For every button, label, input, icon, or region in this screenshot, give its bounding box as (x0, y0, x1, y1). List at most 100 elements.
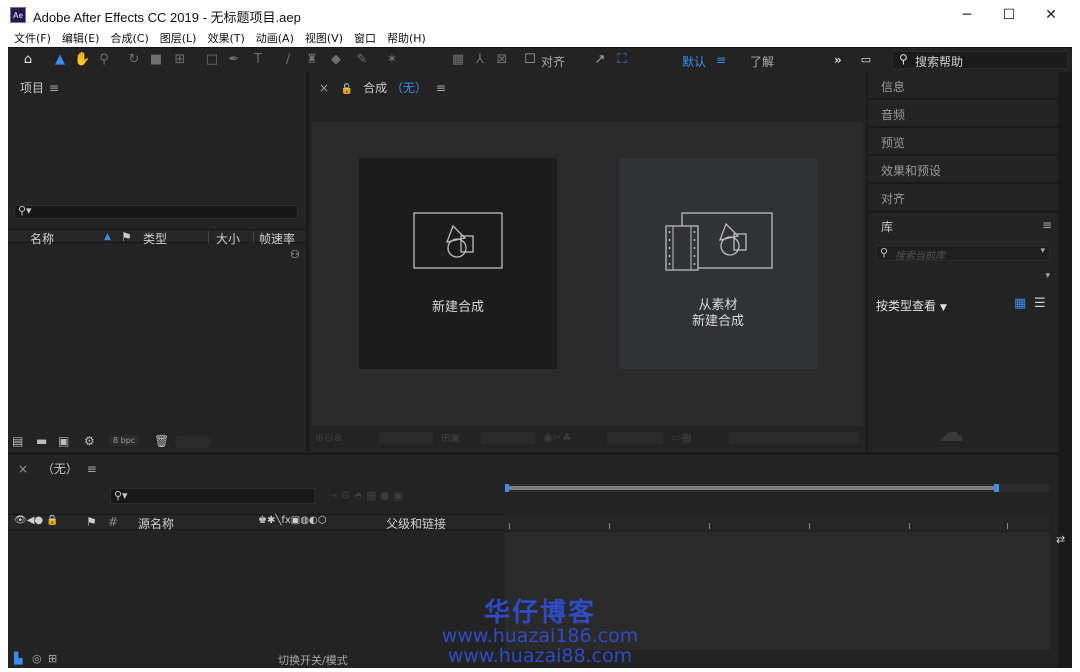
puppet-tool-icon[interactable]: ✶ (384, 52, 400, 68)
zoom-tool-icon[interactable]: ⚲ (96, 52, 112, 68)
rotate-tool-icon[interactable]: ↻ (126, 52, 142, 68)
timecode-field[interactable] (481, 432, 535, 444)
search-help-toggle-icon[interactable]: ▭ (858, 52, 874, 68)
audio-panel-tab[interactable]: 音频 (868, 100, 1058, 127)
menu-help[interactable]: 帮助(H) (387, 30, 426, 46)
new-composition-from-footage-card[interactable]: 从素材 新建合成 (619, 158, 817, 369)
label-tag-icon[interactable]: ⚑ (121, 230, 132, 244)
project-settings-icon[interactable]: ⚙ (84, 434, 95, 448)
label-tag-icon[interactable]: ⚑ (86, 515, 97, 529)
bit-depth-button[interactable]: 8 bpc (108, 435, 141, 446)
libraries-menu-icon[interactable]: ≡ (1042, 218, 1052, 232)
view-by-type-label: 按类型查看 (876, 299, 937, 313)
brush-tool-icon[interactable]: ∕ (280, 52, 296, 68)
switches-icons[interactable]: ♚✱╲fx▣◍◐⬡ (258, 515, 326, 526)
view-dropdown[interactable] (729, 432, 859, 444)
workspace-learn[interactable]: 了解 (750, 53, 774, 70)
type-tool-icon[interactable]: T (250, 52, 266, 68)
column-size[interactable]: 大小 (216, 230, 240, 247)
clone-stamp-tool-icon[interactable]: ♜ (304, 52, 320, 68)
list-view-icon[interactable]: ☰ (1034, 296, 1046, 311)
snap-edges-icon[interactable]: ↗ (592, 52, 608, 68)
view-by-type-dropdown[interactable]: 按类型查看 ▼ (876, 297, 947, 314)
align-panel-tab[interactable]: 对齐 (868, 184, 1058, 211)
new-composition-card[interactable]: 新建合成 (359, 158, 557, 369)
home-icon[interactable]: ⌂ (20, 52, 36, 68)
project-panel-menu-icon[interactable]: ≡ (49, 81, 59, 95)
new-folder-icon[interactable]: ▬ (36, 434, 47, 448)
timeline-menu-icon[interactable]: ≡ (87, 462, 97, 476)
region-icon[interactable]: ▭▦ (671, 431, 692, 444)
help-search-field[interactable]: ⚲ 搜索帮助 (892, 51, 1068, 69)
snapping-checkbox[interactable]: ☐ (522, 52, 538, 68)
menu-file[interactable]: 文件(F) (14, 30, 51, 46)
magnification-icon[interactable]: ⊕⊖⊗ (315, 431, 343, 444)
comp-flowchart-icon[interactable]: ⇢ ⚙ ⬘ ▦ ● ▣ (328, 489, 403, 502)
maximize-button[interactable]: ☐ (986, 0, 1032, 30)
menu-animation[interactable]: 动画(A) (256, 30, 294, 46)
preview-panel-tab[interactable]: 预览 (868, 128, 1058, 155)
snap-features-icon[interactable]: ⛶ (614, 52, 630, 68)
menu-layer[interactable]: 图层(L) (160, 30, 197, 46)
parent-link-column[interactable]: 父级和链接 (386, 515, 446, 532)
navigator-start-handle[interactable] (505, 484, 509, 492)
3d-axis-icon[interactable]: ▦ (450, 52, 466, 68)
minimize-button[interactable]: ─ (944, 0, 990, 30)
project-search-input[interactable]: ⚲▾ (14, 204, 298, 219)
source-name-column[interactable]: 源名称 (138, 515, 174, 532)
work-area-bar[interactable] (507, 486, 999, 490)
navigator-end-handle[interactable] (994, 484, 999, 492)
library-search-input[interactable]: ⚲ 搜索当前库 ▾ (876, 245, 1050, 262)
snapshot-icon[interactable]: ◉✂♣ (543, 431, 572, 444)
info-panel-tab[interactable]: 信息 (868, 72, 1058, 99)
av-features-icons[interactable]: 👁◀● 🔒 (14, 515, 59, 526)
new-composition-icon[interactable]: ▣ (58, 434, 69, 448)
grid-view-icon[interactable]: ▦ (1014, 296, 1026, 311)
pan-behind-tool-icon[interactable]: ⊞ (172, 52, 188, 68)
rectangle-tool-icon[interactable]: □ (204, 52, 220, 68)
column-type[interactable]: 类型 (143, 230, 167, 247)
workspace-menu-icon[interactable]: ≡ (716, 53, 726, 67)
menu-composition[interactable]: 合成(C) (110, 30, 148, 46)
camera-tool-icon[interactable]: ■ (148, 52, 164, 68)
world-axis-icon[interactable]: ⊠ (494, 52, 510, 68)
timeline-search-input[interactable]: ⚲▾ (110, 488, 315, 504)
resolution-dropdown[interactable] (607, 432, 663, 444)
eraser-tool-icon[interactable]: ◆ (328, 52, 344, 68)
menu-window[interactable]: 窗口 (354, 30, 376, 46)
flowchart-icon[interactable]: ⚇ (290, 248, 300, 261)
timeline-tab[interactable]: × （无） ≡ (18, 460, 97, 477)
pen-tool-icon[interactable]: ✒ (226, 52, 242, 68)
composition-tab[interactable]: × 🔓 合成 （无） ≡ (319, 79, 446, 96)
menu-view[interactable]: 视图(V) (305, 30, 343, 46)
more-workspaces-icon[interactable]: » (834, 53, 842, 67)
thumbnail-slider[interactable] (174, 436, 212, 448)
composition-menu-icon[interactable]: ≡ (436, 81, 446, 95)
delete-icon[interactable]: 🗑 (154, 434, 169, 448)
effects-presets-panel-tab[interactable]: 效果和预设 (868, 156, 1058, 183)
library-dropdown-chevron-icon[interactable]: ▾ (1045, 271, 1050, 281)
roto-brush-tool-icon[interactable]: ✎ (354, 52, 370, 68)
column-name[interactable]: 名称 (30, 230, 54, 247)
time-navigator[interactable] (505, 484, 1050, 492)
column-framerate[interactable]: 帧速率 (259, 230, 295, 247)
comp-button-icon[interactable]: ⇄ (1056, 533, 1065, 546)
sort-up-icon[interactable]: ▲ (104, 232, 111, 242)
close-window-button[interactable]: ✕ (1028, 0, 1074, 30)
selection-tool-icon[interactable]: ▲ (52, 52, 68, 68)
magnification-dropdown[interactable] (379, 432, 433, 444)
lock-icon[interactable]: 🔓 (341, 84, 353, 95)
close-timeline-icon[interactable]: × (18, 462, 28, 476)
title-bar: Ae Adobe After Effects CC 2019 - 无标题项目.a… (0, 0, 1080, 30)
menu-effect[interactable]: 效果(T) (207, 30, 244, 46)
menu-edit[interactable]: 编辑(E) (62, 30, 100, 46)
local-axis-icon[interactable]: ⅄ (472, 52, 488, 68)
time-ruler[interactable] (505, 514, 1050, 530)
close-tab-icon[interactable]: × (319, 81, 329, 95)
grid-icon[interactable]: ⊞▣ (441, 431, 461, 444)
interpret-footage-icon[interactable]: ▤ (12, 434, 23, 448)
chevron-down-icon[interactable]: ▾ (1040, 246, 1045, 256)
workspace-default[interactable]: 默认 (682, 53, 706, 70)
search-icon: ⚲ (899, 52, 908, 66)
hand-tool-icon[interactable]: ✋ (74, 52, 90, 68)
